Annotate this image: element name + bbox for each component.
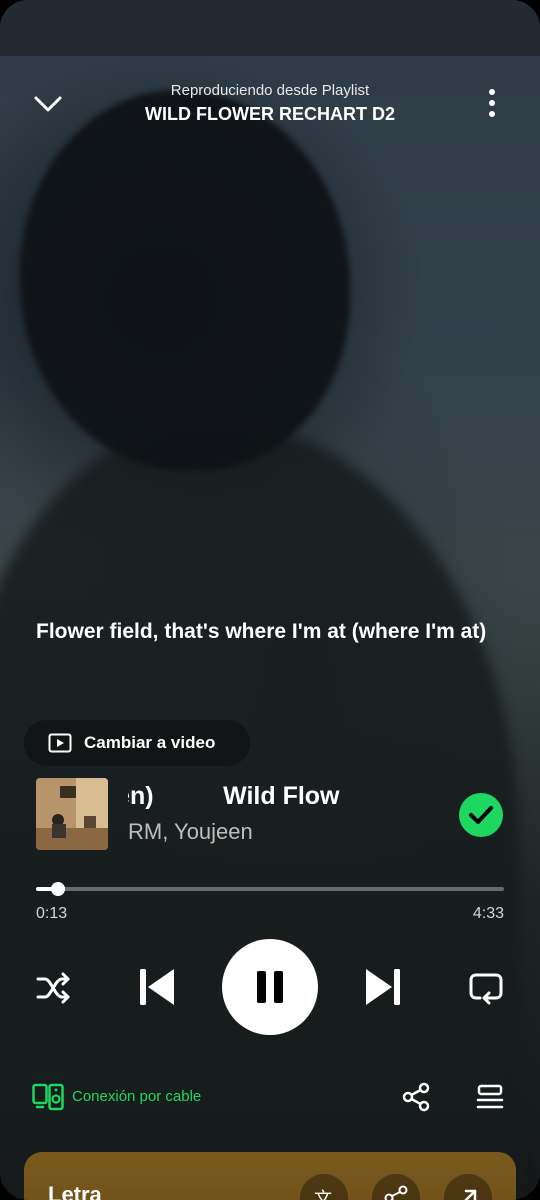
device-speaker-icon[interactable]: [32, 1083, 64, 1111]
video-icon: [48, 733, 72, 753]
now-playing-screen: Reproduciendo desde Playlist WILD FLOWER…: [0, 0, 540, 1200]
pause-button[interactable]: [222, 939, 318, 1035]
expand-icon[interactable]: [444, 1174, 492, 1200]
current-lyric-line: Flower field, that's where I'm at (where…: [36, 620, 487, 643]
switch-to-video-label: Cambiar a video: [84, 733, 216, 752]
now-playing-header: Reproduciendo desde Playlist WILD FLOWER…: [0, 78, 540, 138]
video-background-head: [20, 90, 350, 470]
previous-icon[interactable]: [138, 967, 176, 1007]
lyrics-card-label: Letra: [48, 1182, 102, 1200]
total-time: 4:33: [472, 905, 504, 922]
lyrics-share-icon[interactable]: [372, 1174, 420, 1200]
lyrics-card[interactable]: Letra 文: [24, 1152, 516, 1200]
share-icon[interactable]: [401, 1082, 431, 1112]
playlist-title[interactable]: WILD FLOWER RECHART D2: [0, 104, 540, 125]
progress-bar[interactable]: [36, 882, 504, 896]
elapsed-time: 0:13: [36, 905, 68, 922]
album-art[interactable]: [36, 778, 108, 850]
queue-icon[interactable]: [476, 1083, 504, 1111]
next-icon[interactable]: [364, 967, 402, 1007]
playing-from-label: Reproduciendo desde Playlist: [170, 82, 370, 99]
track-title[interactable]: ujeen) Wild Flow: [128, 782, 418, 816]
track-artist[interactable]: RM, Youjeen: [128, 819, 253, 845]
repeat-icon[interactable]: [468, 971, 504, 1005]
more-vert-icon[interactable]: [478, 86, 506, 122]
status-bar: [0, 0, 540, 56]
device-connection-label[interactable]: Conexión por cable: [72, 1088, 201, 1105]
switch-to-video-button[interactable]: Cambiar a video: [24, 720, 250, 766]
check-circle-icon[interactable]: [458, 792, 504, 838]
pause-icon: [257, 971, 283, 1003]
track-title-text: ujeen) Wild Flow: [128, 782, 340, 810]
svg-text:文: 文: [314, 1189, 332, 1200]
shuffle-icon[interactable]: [34, 970, 74, 1006]
translate-icon[interactable]: 文: [300, 1174, 348, 1200]
